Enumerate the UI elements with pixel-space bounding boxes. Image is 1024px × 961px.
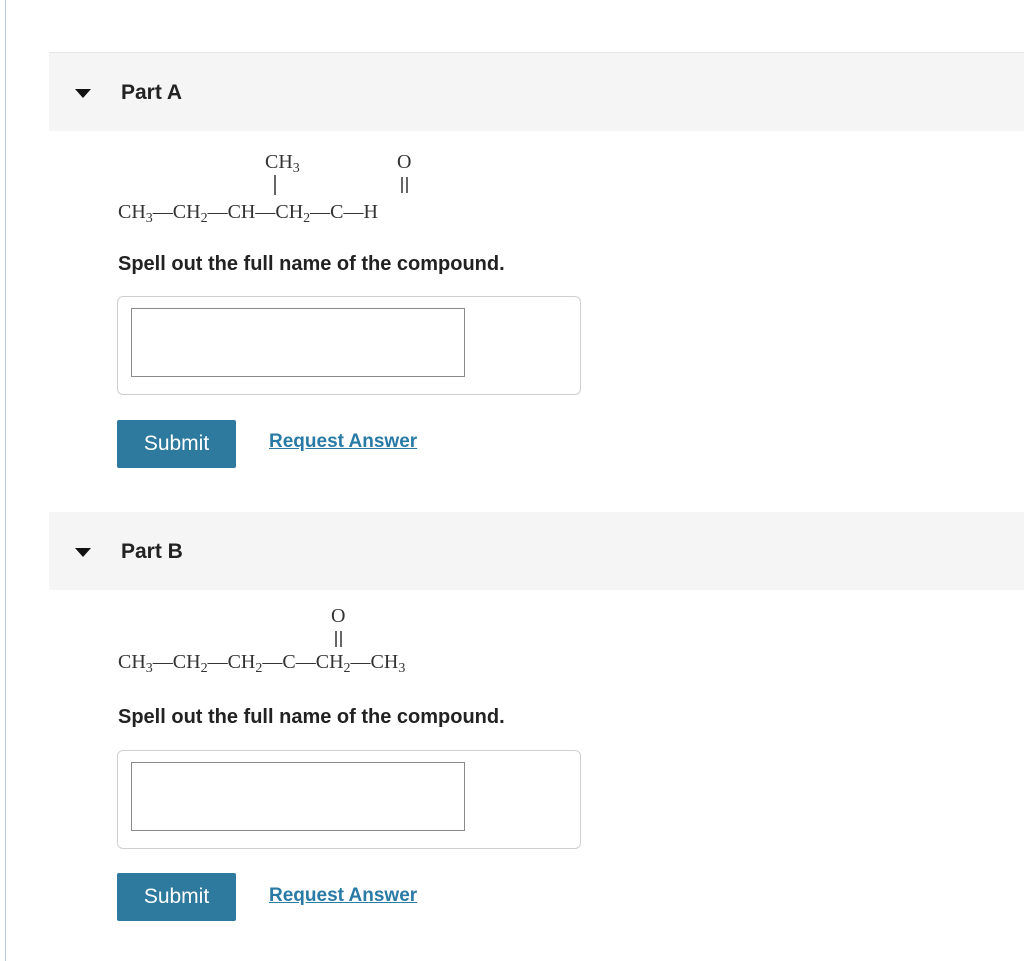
caret-down-icon[interactable]	[75, 548, 91, 557]
part-b-answer-input[interactable]	[131, 762, 465, 831]
part-a-title: Part A	[121, 81, 183, 104]
part-a-answer-input[interactable]	[131, 308, 465, 377]
part-b-main-chain: CH3—CH2—CH2—C—CH2—CH3	[118, 651, 405, 676]
caret-down-icon[interactable]	[75, 89, 91, 98]
part-b-title: Part B	[121, 540, 183, 563]
part-a-carbonyl-o: O	[397, 151, 411, 173]
part-b-answer-container	[117, 750, 581, 849]
part-a-request-answer-link[interactable]: Request Answer	[269, 431, 417, 453]
part-a-prompt: Spell out the full name of the compound.	[118, 253, 505, 275]
part-a-submit-button[interactable]: Submit	[117, 420, 236, 468]
part-b-header[interactable]: Part B	[49, 512, 1024, 590]
part-a-main-chain: CH3—CH2—CH—CH2—C—H	[118, 201, 378, 226]
part-a-header[interactable]: Part A	[49, 53, 1024, 131]
left-border	[5, 0, 6, 961]
part-b-prompt: Spell out the full name of the compound.	[118, 706, 505, 728]
part-b-submit-button[interactable]: Submit	[117, 873, 236, 921]
part-b-structural-formula: O CH3—CH2—CH2—C—CH2—CH3	[118, 605, 405, 676]
part-a-answer-container	[117, 296, 581, 395]
part-b-carbonyl-o: O	[331, 605, 345, 627]
part-a-structural-formula: CH3 O CH3—CH2—CH—CH2—C—H	[118, 151, 411, 226]
part-b-request-answer-link[interactable]: Request Answer	[269, 885, 417, 907]
part-a-branch-ch3: CH3	[265, 151, 300, 176]
